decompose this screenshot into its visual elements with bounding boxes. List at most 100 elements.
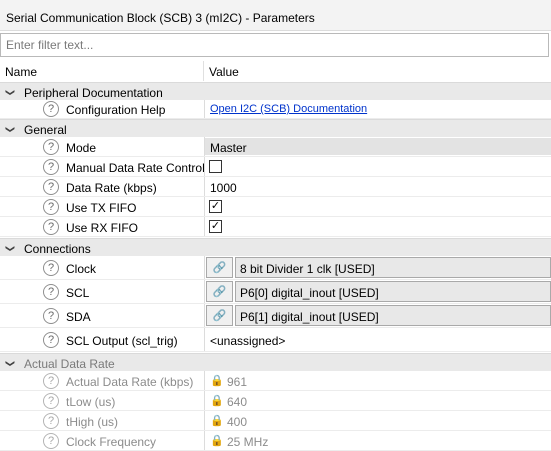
param-value-cell: <unassigned> [204,328,551,351]
chevron-down-icon[interactable]: ❯ [4,360,15,368]
actual-data-rate-value: 961 [227,375,248,389]
param-row-manual-data-rate-control: ? Manual Data Rate Control [0,157,551,177]
column-header-value[interactable]: Value [209,65,239,79]
help-icon[interactable]: ? [43,373,59,389]
param-value-cell: 🔒 25 MHz [204,431,551,450]
help-icon[interactable]: ? [43,393,59,409]
param-label: Configuration Help [66,103,166,117]
param-row-use-rx-fifo: ? Use RX FIFO ✓ [0,217,551,237]
param-value-cell: Open I2C (SCB) Documentation [204,100,551,118]
help-icon[interactable]: ? [43,260,59,276]
param-row-clock-frequency: ? Clock Frequency 🔒 25 MHz [0,431,551,451]
column-header-name[interactable]: Name [5,65,37,79]
param-value-cell: Master [204,137,551,156]
help-icon[interactable]: ? [43,199,59,215]
param-label: Clock [66,262,97,276]
use-tx-fifo-checkbox[interactable]: ✓ [209,200,222,213]
help-icon[interactable]: ? [43,101,59,117]
help-icon[interactable]: ? [43,332,59,348]
column-divider[interactable] [203,61,204,81]
lock-icon: 🔒 [210,395,224,407]
param-row-configuration-help: ? Configuration Help Open I2C (SCB) Docu… [0,100,551,119]
clock-value: 8 bit Divider 1 clk [USED] [240,262,375,276]
param-row-use-tx-fifo: ? Use TX FIFO ✓ [0,197,551,217]
param-value-cell: 🔗 8 bit Divider 1 clk [USED] [204,256,551,279]
scl-link-button[interactable]: 🔗 [206,281,233,302]
manual-data-rate-checkbox[interactable] [209,160,222,173]
sda-value: P6[1] digital_inout [USED] [240,310,379,324]
param-label: Data Rate (kbps) [66,181,157,195]
param-label: SCL Output (scl_trig) [66,334,178,348]
mode-select[interactable]: Master [205,138,551,155]
param-value-cell: 1000 [204,177,551,196]
param-row-scl-output: ? SCL Output (scl_trig) <unassigned> [0,328,551,352]
param-label: Use RX FIFO [66,221,139,235]
param-row-clock: ? Clock 🔗 8 bit Divider 1 clk [USED] [0,256,551,280]
mode-value: Master [210,141,247,155]
param-row-scl: ? SCL 🔗 P6[0] digital_inout [USED] [0,280,551,304]
column-header: Name Value [0,61,551,81]
window-title: Serial Communication Block (SCB) 3 (mI2C… [6,11,315,25]
clock-connection-select[interactable]: 8 bit Divider 1 clk [USED] [235,257,551,278]
category-connections[interactable]: ❯ Connections [0,238,551,256]
category-label: General [24,123,67,137]
data-rate-input[interactable]: 1000 [210,181,237,195]
param-label: Mode [66,141,97,155]
link-icon: 🔗 [212,310,227,322]
category-label: Connections [24,242,91,256]
param-value-cell: 🔗 P6[1] digital_inout [USED] [204,304,551,327]
param-label: SCL [66,286,90,300]
param-value-cell: 🔒 400 [204,411,551,430]
param-label: Actual Data Rate (kbps) [66,375,194,389]
param-label: Clock Frequency [66,435,157,449]
scl-value: P6[0] digital_inout [USED] [240,286,379,300]
category-actual-data-rate[interactable]: ❯ Actual Data Rate [0,353,551,371]
title-bar: Serial Communication Block (SCB) 3 (mI2C… [0,0,551,31]
documentation-link[interactable]: Open I2C (SCB) Documentation [210,103,367,115]
help-icon[interactable]: ? [43,413,59,429]
help-icon[interactable]: ? [43,308,59,324]
sda-link-button[interactable]: 🔗 [206,305,233,326]
help-icon[interactable]: ? [43,284,59,300]
param-row-actual-data-rate: ? Actual Data Rate (kbps) 🔒 961 [0,371,551,391]
param-label: SDA [66,310,91,324]
category-general[interactable]: ❯ General [0,119,551,137]
help-icon[interactable]: ? [43,159,59,175]
param-value-cell: 🔒 640 [204,391,551,410]
category-peripheral-documentation[interactable]: ❯ Peripheral Documentation [0,82,551,100]
param-value-cell: ✓ [204,197,551,216]
param-label: Manual Data Rate Control [66,161,205,175]
clock-link-button[interactable]: 🔗 [206,257,233,278]
param-value-cell: 🔗 P6[0] digital_inout [USED] [204,280,551,303]
link-icon: 🔗 [212,286,227,298]
lock-icon: 🔒 [210,415,224,427]
param-row-mode: ? Mode Master [0,137,551,157]
param-label: tLow (us) [66,395,116,409]
help-icon[interactable]: ? [43,433,59,449]
chevron-down-icon[interactable]: ❯ [4,126,15,134]
chevron-down-icon[interactable]: ❯ [4,245,15,253]
sda-connection-select[interactable]: P6[1] digital_inout [USED] [235,305,551,326]
help-icon[interactable]: ? [43,179,59,195]
category-label: Peripheral Documentation [24,86,163,100]
scl-output-select[interactable]: <unassigned> [210,334,285,348]
use-rx-fifo-checkbox[interactable]: ✓ [209,220,222,233]
thigh-value: 400 [227,415,248,429]
filter-input[interactable] [0,33,549,57]
help-icon[interactable]: ? [43,219,59,235]
tlow-value: 640 [227,395,248,409]
param-row-tlow: ? tLow (us) 🔒 640 [0,391,551,411]
param-value-cell [204,157,551,176]
lock-icon: 🔒 [210,435,224,447]
category-label: Actual Data Rate [24,357,115,371]
help-icon[interactable]: ? [43,139,59,155]
param-label: Use TX FIFO [66,201,137,215]
param-row-thigh: ? tHigh (us) 🔒 400 [0,411,551,431]
clock-frequency-value: 25 MHz [227,435,269,449]
scl-connection-select[interactable]: P6[0] digital_inout [USED] [235,281,551,302]
lock-icon: 🔒 [210,375,224,387]
param-label: tHigh (us) [66,415,119,429]
param-value-cell: 🔒 961 [204,371,551,390]
param-row-data-rate: ? Data Rate (kbps) 1000 [0,177,551,197]
chevron-down-icon[interactable]: ❯ [4,89,15,97]
